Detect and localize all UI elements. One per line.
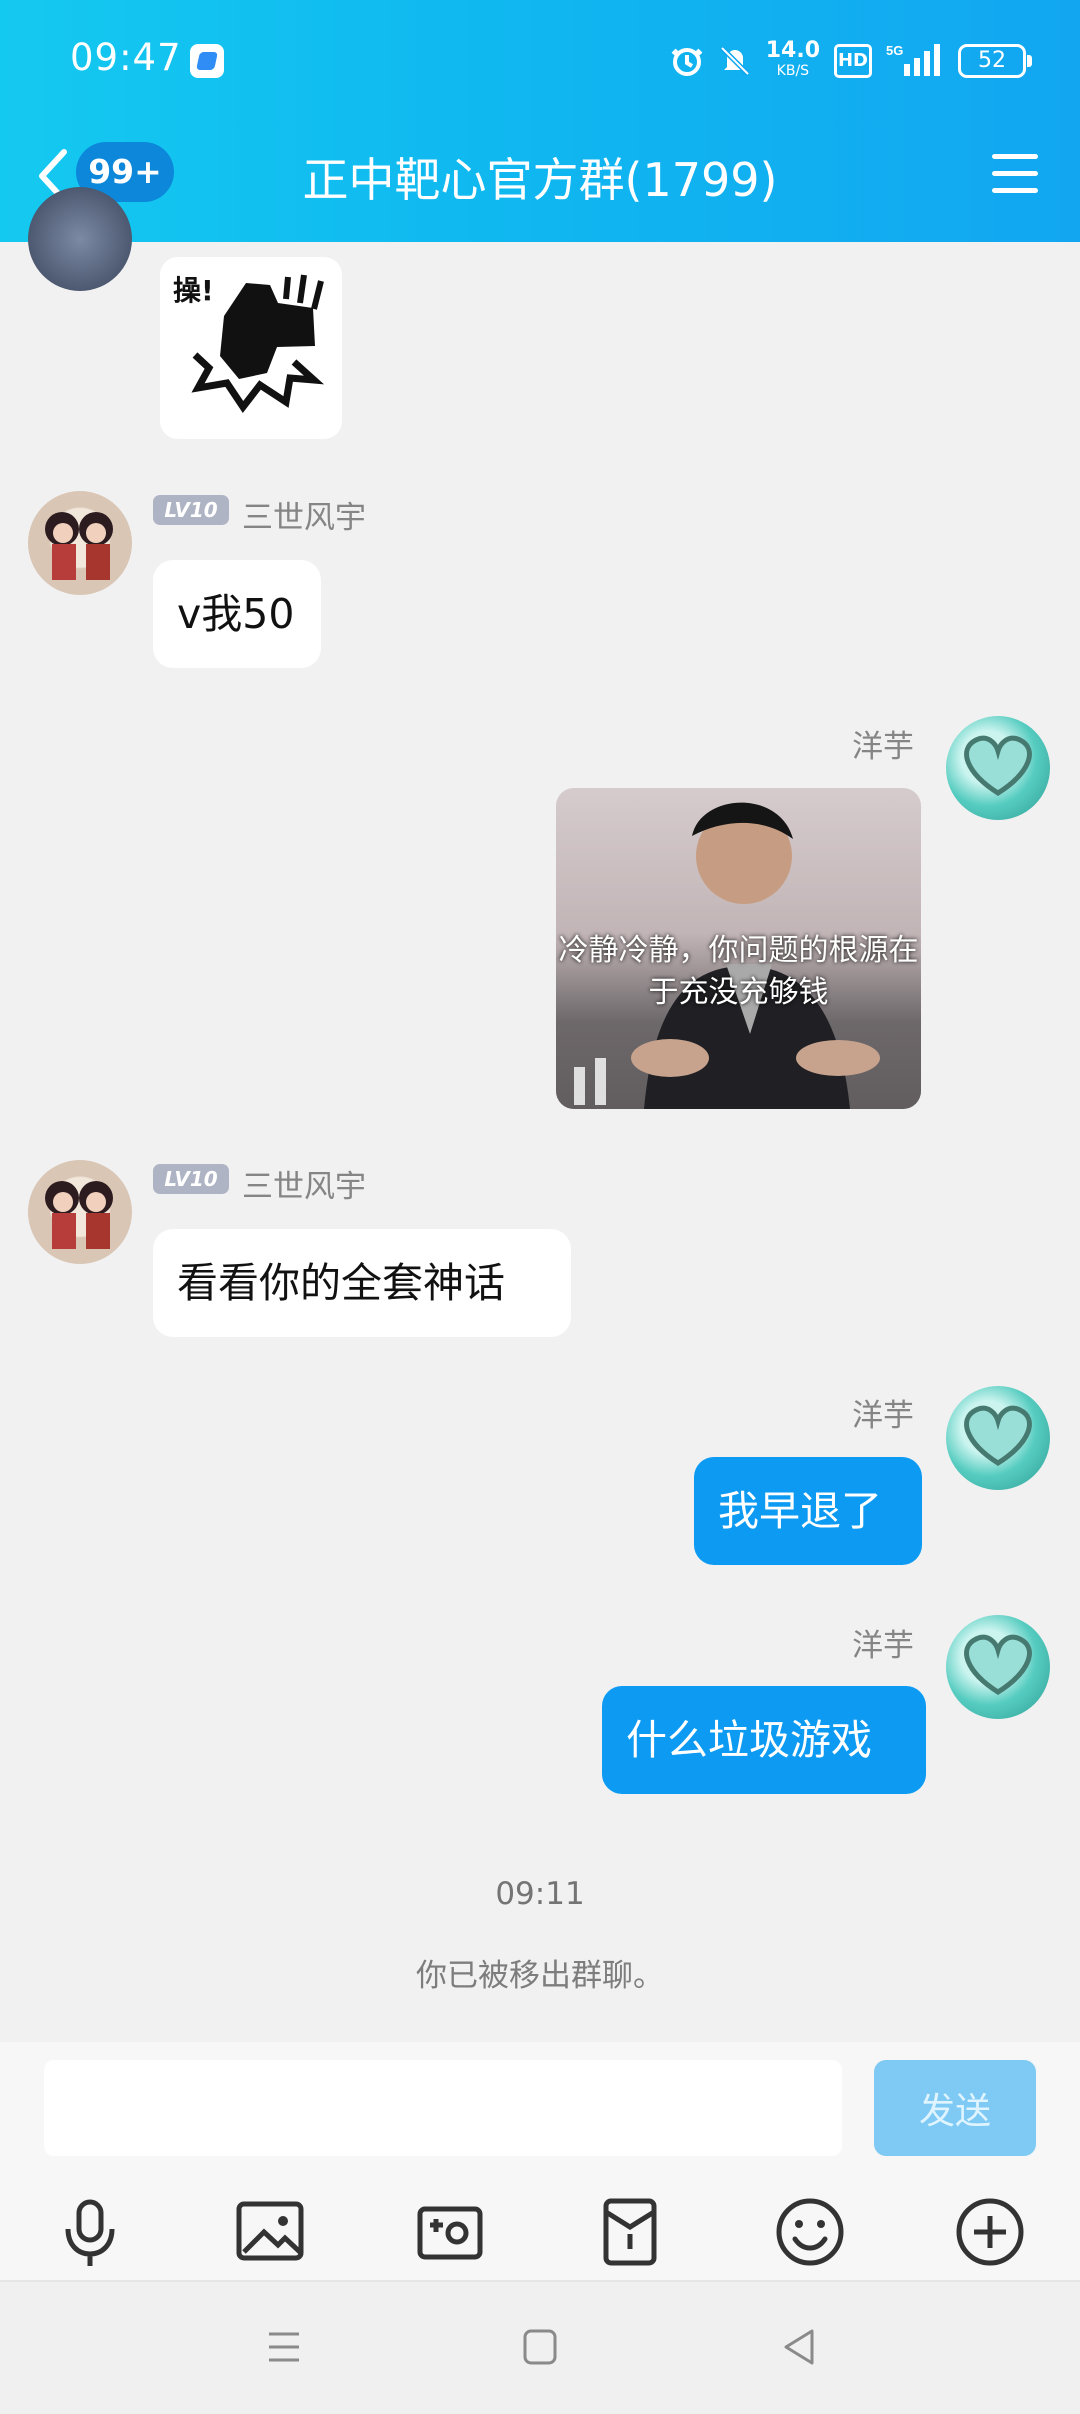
status-icons: 14.0 KB/S HD 5G 52 <box>670 36 1032 86</box>
microphone-icon <box>65 2199 115 2266</box>
message-time: 09:11 <box>495 1876 585 1912</box>
heart-island-art <box>964 1405 1032 1466</box>
gallery-button[interactable] <box>232 2194 308 2270</box>
square-home-icon <box>523 2329 557 2365</box>
anime-avatar-art <box>45 1181 113 1249</box>
emoji-button[interactable] <box>772 2194 848 2270</box>
menu-line <box>992 171 1038 176</box>
svg-text:5G: 5G <box>886 43 903 58</box>
message-input[interactable] <box>44 2060 842 2156</box>
image-icon <box>236 2201 304 2261</box>
chat-header: 09:47 14.0 KB/S HD 5G 52 99+ 正中靶心官方群(1799… <box>0 0 1080 242</box>
status-time: 09:47 <box>70 36 182 79</box>
voice-button[interactable] <box>52 2194 128 2270</box>
system-notice: 你已被移出群聊。 <box>416 1958 664 1994</box>
signal-icon: 5G <box>886 43 940 76</box>
level-badge: LV10 <box>153 495 229 525</box>
heart-island-art <box>964 1634 1032 1695</box>
battery-indicator: 52 <box>958 44 1032 78</box>
message-bubble[interactable]: v我50 <box>153 560 321 668</box>
back-triangle-icon <box>784 2329 814 2365</box>
recent-apps-button[interactable] <box>257 2320 311 2374</box>
sender-avatar[interactable] <box>28 491 132 595</box>
sender-avatar[interactable] <box>28 1160 132 1264</box>
emoji-icon <box>776 2198 844 2266</box>
sender-name[interactable]: 三世风宇 <box>242 1161 366 1206</box>
red-packet-button[interactable] <box>592 2194 668 2270</box>
camera-button[interactable] <box>412 2194 488 2270</box>
system-navigation-bar <box>0 2280 1080 2414</box>
network-speed: 14.0 KB/S <box>765 38 820 80</box>
message-bubble[interactable]: 看看你的全套神话 <box>153 1229 571 1337</box>
home-button[interactable] <box>513 2320 567 2374</box>
send-button[interactable]: 发送 <box>874 2060 1036 2156</box>
self-avatar[interactable] <box>946 1386 1050 1490</box>
sender-name[interactable]: 三世风宇 <box>242 492 366 537</box>
self-avatar[interactable] <box>946 716 1050 820</box>
anime-avatar-art <box>45 512 113 580</box>
hd-icon: HD <box>834 44 872 78</box>
app-notification-icon <box>190 44 224 78</box>
level-badge: LV10 <box>153 1164 229 1194</box>
red-packet-icon <box>603 2198 657 2266</box>
group-title: 正中靶心官方群(1799) <box>302 153 778 207</box>
camera-icon <box>417 2206 483 2260</box>
alarm-icon <box>671 48 703 76</box>
message-bubble[interactable]: 什么垃圾游戏 <box>602 1686 926 1794</box>
message-bubble[interactable]: 我早退了 <box>694 1457 922 1565</box>
plus-icon <box>956 2198 1024 2266</box>
composer: 发送 <box>0 2042 1080 2280</box>
sender-name[interactable]: 洋芋 <box>852 721 914 766</box>
more-button[interactable] <box>952 2194 1028 2270</box>
sticker-image[interactable]: 操! <box>160 257 342 439</box>
mute-bell-icon <box>719 46 750 76</box>
sender-name[interactable]: 洋芋 <box>852 1390 914 1435</box>
menu-line <box>992 188 1038 193</box>
group-menu-button[interactable] <box>992 154 1038 194</box>
sender-avatar[interactable] <box>28 187 132 291</box>
meme-image[interactable]: 冷静冷静，你问题的根源在于充没充够钱 <box>556 788 921 1109</box>
sticker-text: 操! <box>173 274 214 307</box>
meme-caption: 冷静冷静，你问题的根源在于充没充够钱 <box>558 933 919 1010</box>
self-avatar[interactable] <box>946 1615 1050 1719</box>
system-back-button[interactable] <box>772 2320 826 2374</box>
menu-icon <box>269 2332 299 2362</box>
heart-island-art <box>964 735 1032 796</box>
sender-name[interactable]: 洋芋 <box>852 1620 914 1665</box>
menu-line <box>992 154 1038 159</box>
